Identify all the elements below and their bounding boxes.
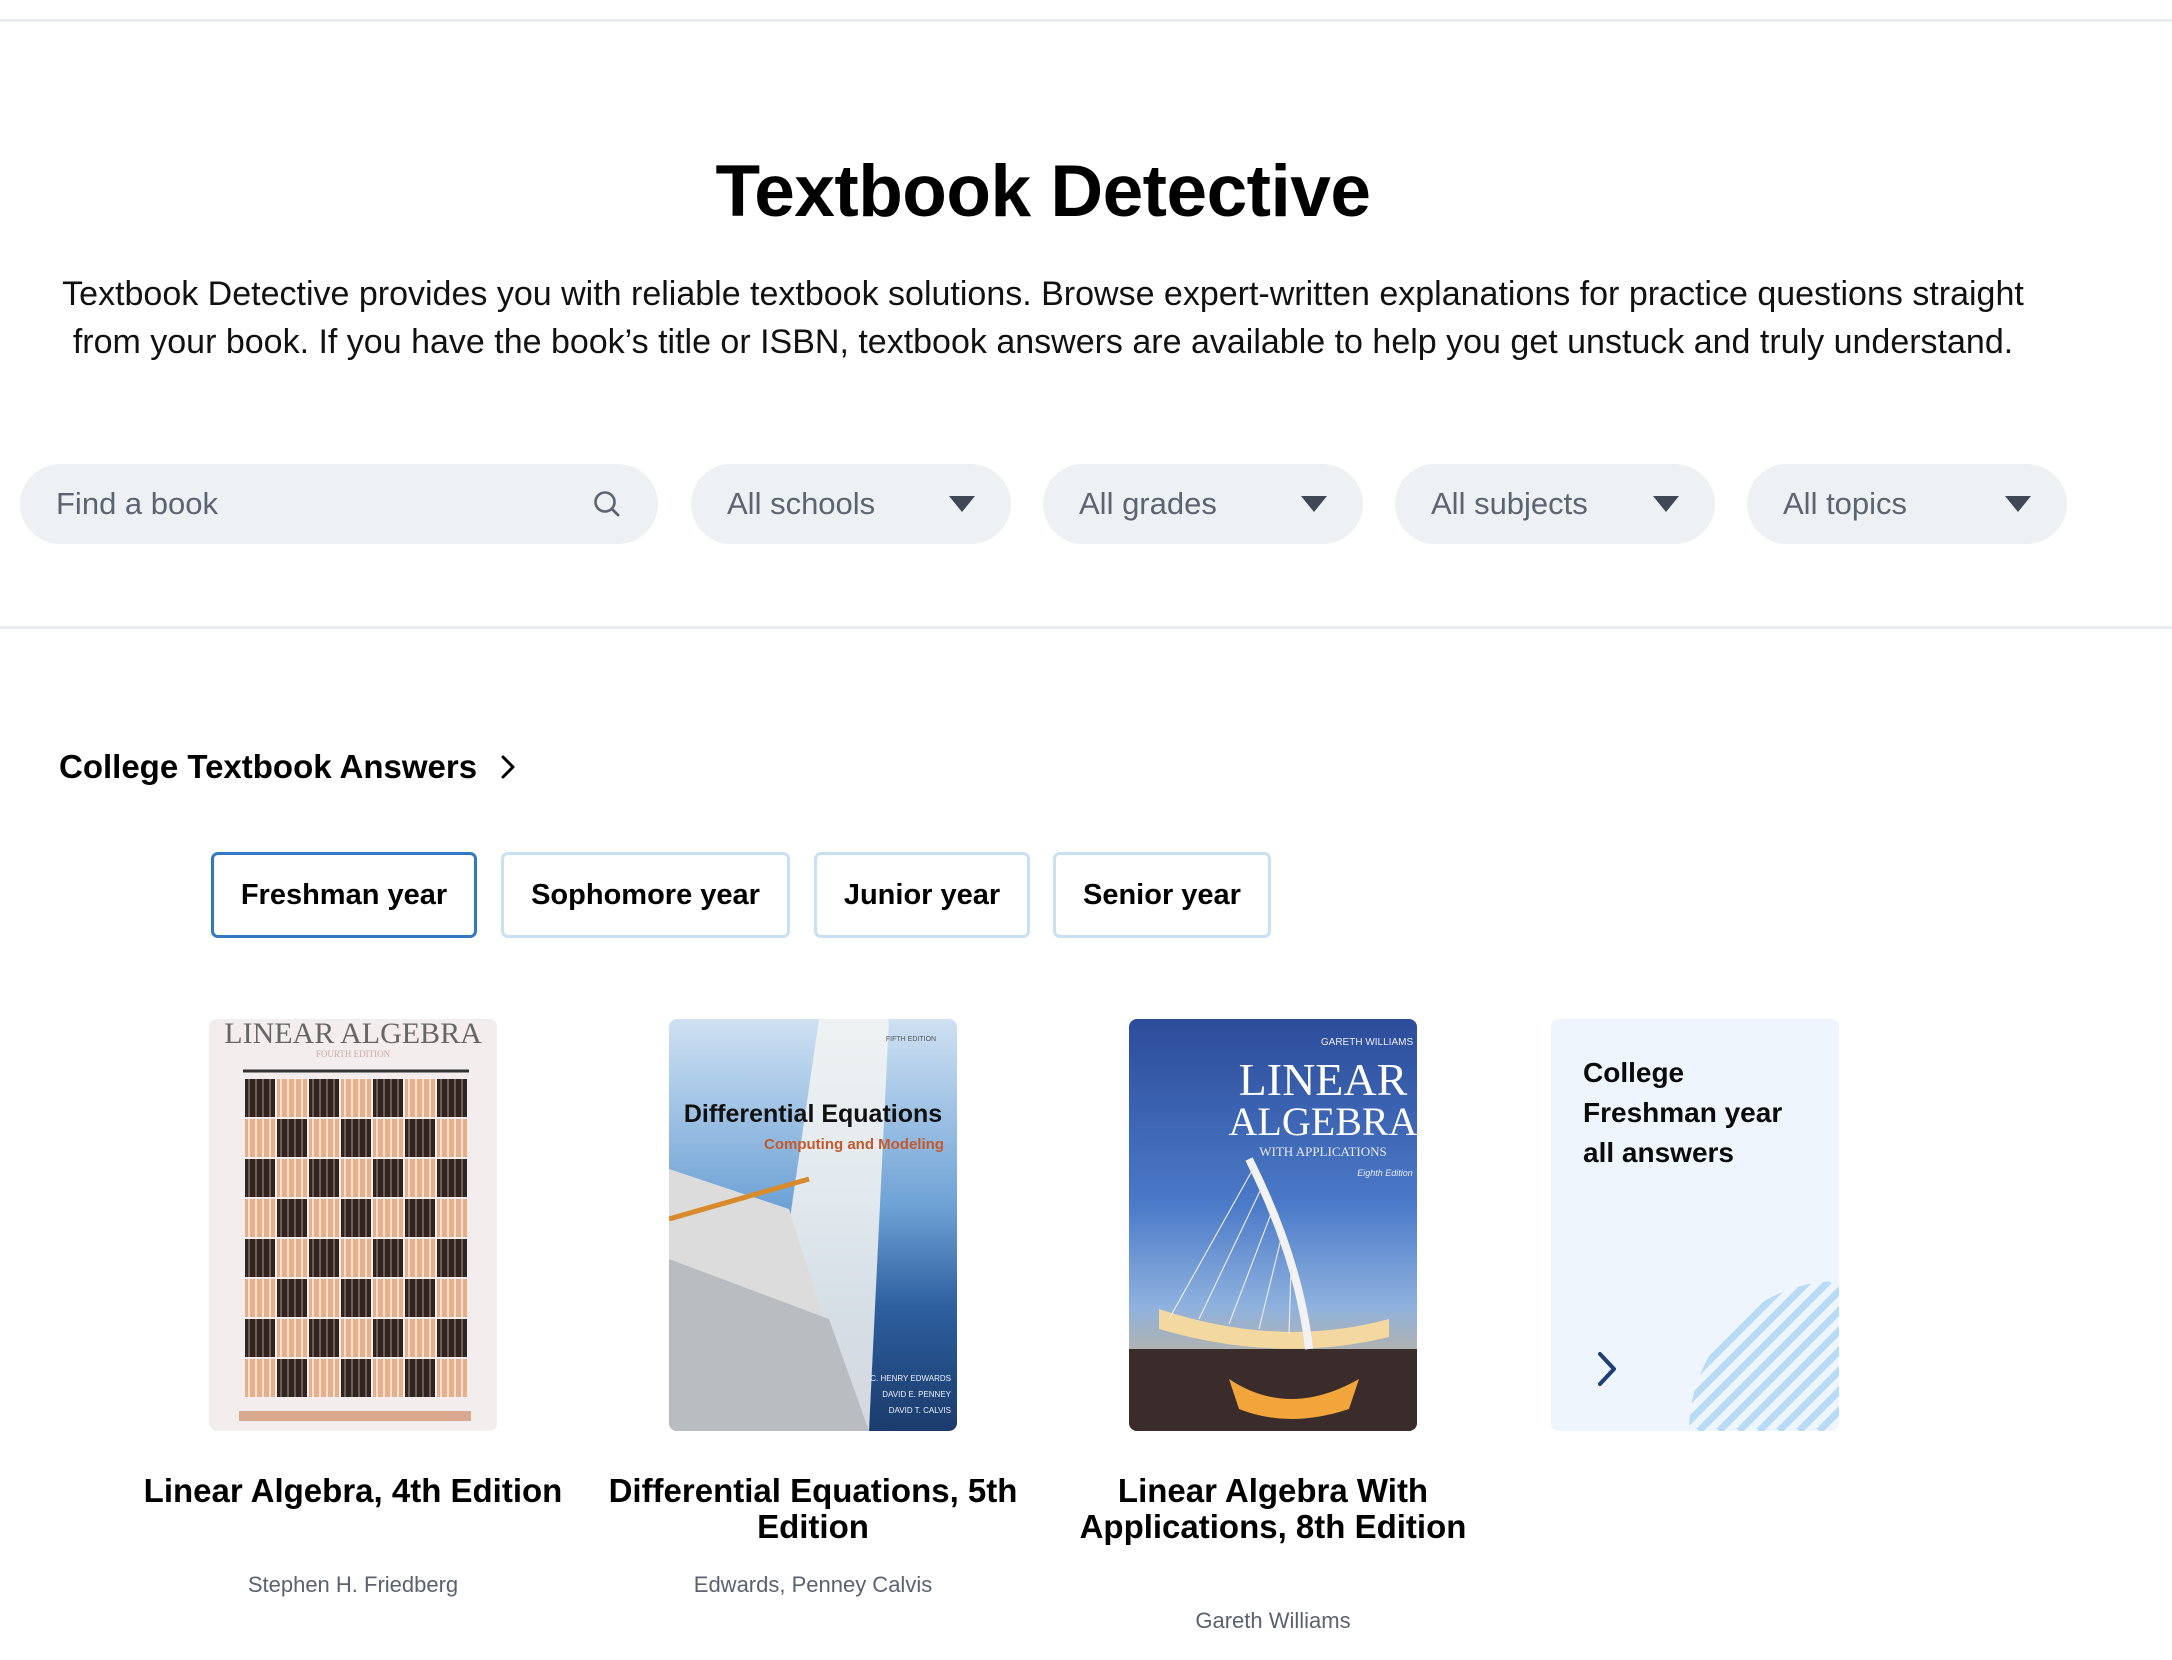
search-placeholder: Find a book	[56, 486, 218, 521]
svg-text:Eighth Edition: Eighth Edition	[1357, 1168, 1413, 1178]
subjects-dropdown-label: All subjects	[1431, 486, 1588, 521]
book-author: Stephen H. Friedberg	[247, 1572, 459, 1597]
book-title[interactable]: Differential Equations, 5th Edition	[569, 1473, 1057, 1545]
search-icon[interactable]	[592, 489, 622, 519]
decorative-stripes	[1689, 1281, 1839, 1431]
svg-text:GARETH WILLIAMS: GARETH WILLIAMS	[1321, 1037, 1414, 1048]
book-author: Gareth Williams	[1195, 1608, 1351, 1633]
hero-section: Textbook Detective Textbook Detective pr…	[0, 0, 2172, 629]
book-cover[interactable]: LINEAR ALGEBRA FOURTH EDITION	[209, 1019, 497, 1431]
search-input[interactable]: Find a book	[20, 464, 658, 544]
svg-text:Computing and Modeling: Computing and Modeling	[764, 1136, 944, 1153]
all-answers-card[interactable]: College Freshman year all answers	[1551, 1019, 1839, 1431]
svg-text:FIFTH EDITION: FIFTH EDITION	[886, 1036, 936, 1043]
svg-text:WITH APPLICATIONS: WITH APPLICATIONS	[1259, 1144, 1386, 1159]
svg-text:DAVID E. PENNEY: DAVID E. PENNEY	[882, 1390, 951, 1399]
cover-title-text: LINEAR ALGEBRA	[224, 1019, 482, 1050]
schools-dropdown[interactable]: All schools	[691, 464, 1011, 544]
book-title[interactable]: Linear Algebra, 4th Edition	[109, 1473, 597, 1509]
caret-down-icon	[1653, 496, 1679, 512]
subjects-dropdown[interactable]: All subjects	[1395, 464, 1715, 544]
book-cover[interactable]: FIFTH EDITION Differential Equations Com…	[669, 1019, 957, 1431]
chevron-right-icon[interactable]	[1595, 1349, 1619, 1389]
page-title: Textbook Detective	[715, 151, 1371, 232]
tab-junior-year[interactable]: Junior year	[814, 852, 1030, 938]
svg-text:DAVID T. CALVIS: DAVID T. CALVIS	[889, 1406, 951, 1415]
chevron-right-icon	[501, 755, 515, 779]
caret-down-icon	[949, 496, 975, 512]
book-author: Edwards, Penney Calvis	[693, 1572, 933, 1597]
caret-down-icon	[2005, 496, 2031, 512]
grades-dropdown-label: All grades	[1079, 486, 1217, 521]
cover-title-text: Differential Equations	[684, 1100, 942, 1128]
tab-sophomore-year[interactable]: Sophomore year	[501, 852, 790, 938]
cover-title-text: LINEAR	[1239, 1054, 1408, 1105]
caret-down-icon	[1301, 496, 1327, 512]
book-title[interactable]: Linear Algebra With Applications, 8th Ed…	[1029, 1473, 1517, 1545]
tab-senior-year[interactable]: Senior year	[1053, 852, 1271, 938]
schools-dropdown-label: All schools	[727, 486, 876, 521]
section-title-link[interactable]: College Textbook Answers	[59, 748, 517, 786]
svg-text:FOURTH EDITION: FOURTH EDITION	[316, 1049, 391, 1059]
book-cover[interactable]: GARETH WILLIAMS LINEAR ALGEBRA WITH APPL…	[1129, 1019, 1417, 1431]
all-answers-text: College Freshman year all answers	[1583, 1057, 1783, 1168]
svg-text:C. HENRY EDWARDS: C. HENRY EDWARDS	[870, 1374, 951, 1383]
topics-dropdown-label: All topics	[1783, 486, 1908, 521]
filter-bar: Find a book All schools All grades All s…	[20, 464, 2120, 544]
topics-dropdown[interactable]: All topics	[1747, 464, 2067, 544]
grades-dropdown[interactable]: All grades	[1043, 464, 1363, 544]
tab-freshman-year[interactable]: Freshman year	[211, 852, 477, 938]
page-description: Textbook Detective provides you with rel…	[62, 275, 2024, 361]
section-title: College Textbook Answers	[59, 748, 478, 785]
svg-text:ALGEBRA: ALGEBRA	[1229, 1099, 1417, 1144]
